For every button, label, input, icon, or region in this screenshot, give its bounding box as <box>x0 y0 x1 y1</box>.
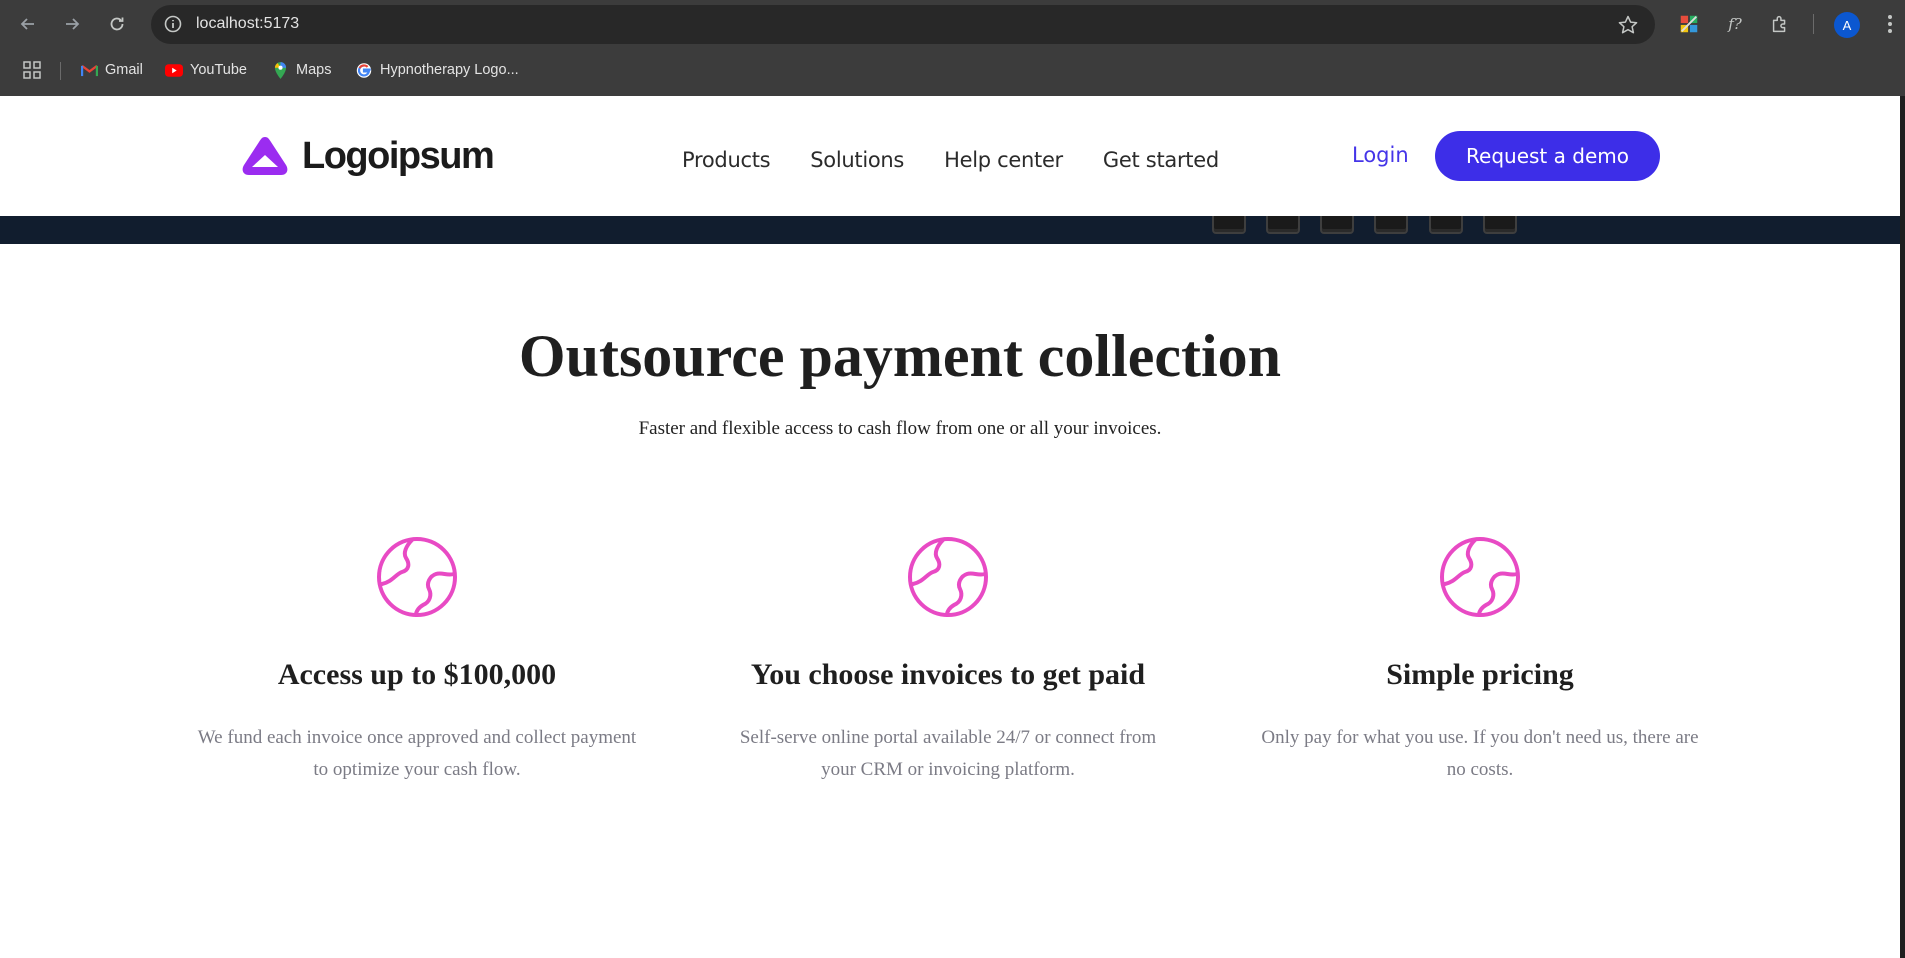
toolbar-divider <box>1813 14 1814 34</box>
login-link[interactable]: Login <box>1352 143 1409 167</box>
bookmark-gmail[interactable]: Gmail <box>80 58 143 82</box>
bookmarks-bar: Gmail YouTube Maps Hypnotherapy Logo... <box>0 52 1905 88</box>
logo-text: Logoipsum <box>302 134 495 177</box>
feature-description: We fund each invoice once approved and c… <box>197 727 637 780</box>
page-scrollbar[interactable] <box>1900 96 1905 958</box>
reload-icon <box>110 17 124 31</box>
bookmark-label: Hypnotherapy Logo... <box>380 62 519 78</box>
color-extension-icon[interactable] <box>1677 12 1701 36</box>
nav-get-started[interactable]: Get started <box>1103 148 1219 172</box>
maps-icon <box>271 61 289 79</box>
request-demo-button[interactable]: Request a demo <box>1435 131 1660 181</box>
address-bar[interactable]: localhost:5173 <box>151 5 1655 44</box>
browser-chrome: localhost:5173 f? A Gmail YouTube Maps H… <box>0 0 1905 96</box>
profile-avatar[interactable]: A <box>1834 12 1860 38</box>
globe-icon <box>1440 537 1520 617</box>
feature-card: You choose invoices to get paid Self-ser… <box>728 536 1168 786</box>
keyboard-key <box>1266 216 1300 234</box>
keyboard-key <box>1429 216 1463 234</box>
back-button[interactable] <box>14 10 42 38</box>
apps-grid-icon[interactable] <box>22 60 42 80</box>
section-subtitle: Faster and flexible access to cash flow … <box>638 418 1162 439</box>
main-nav: Products Solutions Help center Get start… <box>682 148 1219 172</box>
gmail-icon <box>80 61 98 79</box>
section-title: Outsource payment collection <box>518 323 1282 389</box>
nav-solutions[interactable]: Solutions <box>810 148 904 172</box>
bookmark-label: Maps <box>296 62 332 78</box>
bookmark-youtube[interactable]: YouTube <box>165 58 247 82</box>
more-menu-icon[interactable] <box>1884 12 1896 36</box>
toolbar: localhost:5173 f? A <box>0 0 1905 48</box>
bookmark-label: Gmail <box>105 62 143 78</box>
arrow-right-icon <box>66 18 80 30</box>
url-text[interactable]: localhost:5173 <box>196 15 299 33</box>
hero-image-strip <box>0 216 1900 244</box>
bookmark-star-icon[interactable] <box>1617 14 1639 36</box>
google-icon <box>355 61 373 79</box>
site-header: Logoipsum Products Solutions Help center… <box>0 96 1900 216</box>
site-info-icon[interactable] <box>163 14 183 34</box>
reload-button[interactable] <box>103 10 131 38</box>
keyboard-key <box>1212 216 1246 234</box>
feature-title: You choose invoices to get paid <box>750 658 1146 691</box>
globe-icon <box>377 537 457 617</box>
feature-description: Self-serve online portal available 24/7 … <box>739 727 1157 780</box>
nav-help-center[interactable]: Help center <box>944 148 1063 172</box>
extensions-puzzle-icon[interactable] <box>1768 12 1792 36</box>
bookmark-label: YouTube <box>190 62 247 78</box>
keyboard-key <box>1374 216 1408 234</box>
nav-products[interactable]: Products <box>682 148 771 172</box>
keyboard-key <box>1483 216 1517 234</box>
globe-icon <box>908 537 988 617</box>
forward-button[interactable] <box>58 10 86 38</box>
feature-card: Simple pricing Only pay for what you use… <box>1260 536 1700 786</box>
keyboard-key <box>1320 216 1354 234</box>
youtube-icon <box>165 61 183 79</box>
feature-description: Only pay for what you use. If you don't … <box>1261 727 1699 780</box>
bookmark-maps[interactable]: Maps <box>271 58 331 82</box>
font-extension-icon[interactable]: f? <box>1723 12 1747 36</box>
arrow-left-icon <box>20 18 34 30</box>
logo[interactable]: Logoipsum <box>240 134 495 178</box>
feature-title: Simple pricing <box>1386 658 1574 691</box>
bookmark-hypnotherapy[interactable]: Hypnotherapy Logo... <box>355 58 519 82</box>
bookmarks-divider <box>60 62 61 80</box>
logo-mark-icon <box>242 137 288 175</box>
feature-title: Access up to $100,000 <box>277 658 557 691</box>
feature-card: Access up to $100,000 We fund each invoi… <box>197 536 637 786</box>
